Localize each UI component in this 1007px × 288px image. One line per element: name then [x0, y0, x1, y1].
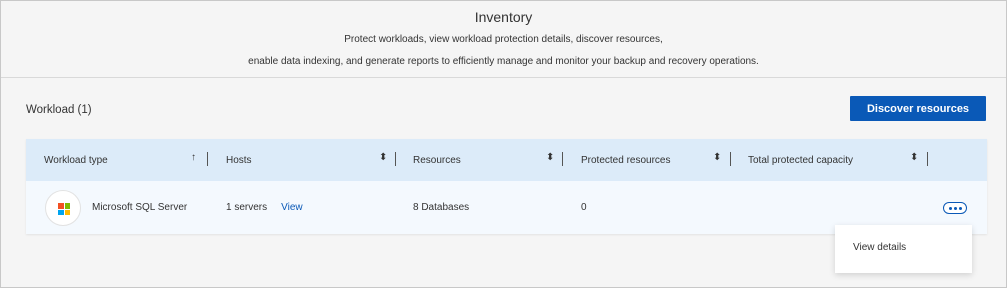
page-description-line-2: enable data indexing, and generate repor…: [248, 56, 759, 67]
column-header-resources[interactable]: Resources: [413, 139, 461, 181]
column-header-protected-resources[interactable]: Protected resources: [581, 139, 671, 181]
hosts-count: 1 servers: [226, 202, 268, 213]
column-label: Total protected capacity: [748, 154, 854, 166]
resources-cell: 8 Databases: [413, 202, 470, 213]
sort-icon[interactable]: ⬍: [713, 152, 723, 166]
column-header-total-protected-capacity[interactable]: Total protected capacity: [748, 139, 853, 181]
workload-logo: [45, 190, 81, 226]
column-divider[interactable]: [207, 152, 208, 166]
column-label: Hosts: [226, 154, 252, 166]
table-header: Workload type ↑ Hosts ⬍ Resources ⬍ Prot…: [26, 139, 987, 181]
sort-icon[interactable]: ⬍: [379, 152, 389, 166]
column-header-workload-type[interactable]: Workload type: [44, 139, 108, 181]
header-divider: [1, 77, 1006, 78]
microsoft-logo-icon: [58, 203, 70, 215]
workload-type-cell: Microsoft SQL Server: [92, 202, 188, 213]
page-title: Inventory: [474, 9, 533, 25]
row-actions-menu: View details: [835, 225, 972, 273]
column-divider[interactable]: [730, 152, 731, 166]
protected-resources-cell: 0: [581, 202, 587, 213]
more-actions-button[interactable]: [943, 202, 967, 214]
discover-resources-button[interactable]: Discover resources: [850, 96, 986, 121]
sort-icon[interactable]: ⬍: [910, 152, 920, 166]
workload-table: Workload type ↑ Hosts ⬍ Resources ⬍ Prot…: [26, 139, 987, 234]
column-divider[interactable]: [562, 152, 563, 166]
view-hosts-link[interactable]: View: [281, 202, 303, 213]
column-divider[interactable]: [927, 152, 928, 166]
page-description-line-1: Protect workloads, view workload protect…: [344, 34, 663, 45]
workload-count-label: Workload (1): [26, 104, 92, 116]
view-details-menu-item[interactable]: View details: [853, 242, 906, 253]
sort-ascending-icon[interactable]: ↑: [191, 152, 201, 166]
column-label: Protected resources: [581, 154, 671, 166]
column-divider[interactable]: [395, 152, 396, 166]
column-label: Workload type: [44, 154, 108, 166]
ellipsis-icon: [948, 206, 952, 210]
column-label: Resources: [413, 154, 461, 166]
hosts-cell: 1 servers View: [226, 181, 303, 234]
column-header-hosts[interactable]: Hosts: [226, 139, 252, 181]
sort-icon[interactable]: ⬍: [546, 152, 556, 166]
